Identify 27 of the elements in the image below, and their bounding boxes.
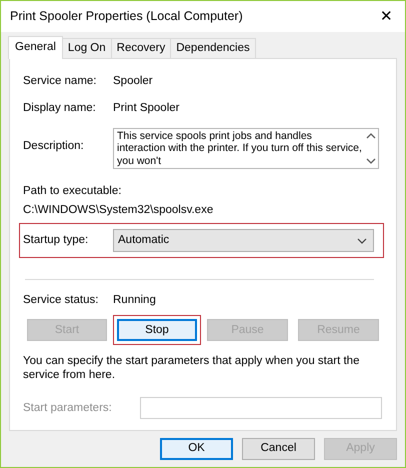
- scroll-up-icon[interactable]: [366, 132, 376, 140]
- description-box[interactable]: This service spools print jobs and handles interaction with the printer. If you turn off this service, you won't: [113, 128, 379, 168]
- service-button[interactable]: Stop: [117, 319, 197, 342]
- dialog-button[interactable]: Cancel: [242, 438, 315, 460]
- field-label: Start parameters:: [23, 400, 113, 416]
- chevron-down-icon: [357, 238, 367, 244]
- field-label: Display name:: [23, 101, 97, 116]
- field-label: Service status:: [23, 293, 100, 308]
- path-value: C:\WINDOWS\System32\spoolsv.exe: [23, 202, 214, 218]
- start-parameters-field[interactable]: [140, 397, 382, 420]
- status-value: Running: [113, 293, 156, 308]
- field-value: Spooler: [113, 74, 153, 89]
- field-label: Service name:: [23, 74, 98, 89]
- field-value: Print Spooler: [113, 101, 180, 116]
- description-text: This service spools print jobs and handles interaction with the printer. If you turn off this service, you won't: [117, 130, 362, 166]
- field-label: Path to executable:: [23, 184, 122, 198]
- dialog-button[interactable]: OK: [160, 438, 233, 460]
- field-label: Description:: [23, 138, 85, 154]
- tab[interactable]: General: [8, 36, 63, 59]
- startup-type-dropdown[interactable]: Automatic: [113, 229, 374, 252]
- window-title: Print Spooler Properties (Local Computer): [10, 8, 243, 26]
- dropdown-value: Automatic: [118, 232, 170, 248]
- scroll-down-icon[interactable]: [366, 156, 376, 164]
- close-button[interactable]: ✕: [376, 9, 397, 24]
- tab[interactable]: Dependencies: [170, 38, 256, 58]
- field-label: Startup type:: [23, 232, 90, 248]
- info-paragraph: You can specify the start parameters that apply when you start the service from here.: [23, 354, 360, 382]
